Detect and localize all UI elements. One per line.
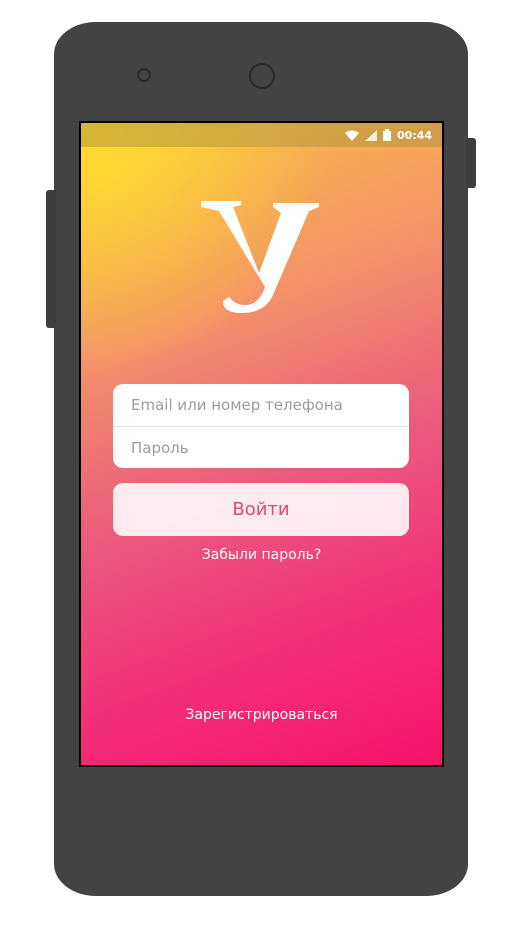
login-form <box>113 384 409 468</box>
password-field[interactable] <box>113 427 409 468</box>
power-button <box>466 138 476 188</box>
forgot-password-link[interactable]: Забыли пароль? <box>81 547 442 563</box>
register-link[interactable]: Зарегистрироваться <box>81 707 442 723</box>
signal-icon <box>364 129 377 141</box>
front-camera <box>249 63 275 89</box>
login-button[interactable]: Войти <box>113 483 409 536</box>
phone-screen: 00:44 Войти Забыли пароль? Зарегистриров… <box>79 121 444 767</box>
battery-icon <box>382 129 391 141</box>
volume-button <box>46 190 56 328</box>
status-time: 00:44 <box>396 128 432 142</box>
app-logo <box>201 201 321 321</box>
sensor-dot <box>137 68 151 82</box>
email-field[interactable] <box>113 384 409 426</box>
status-bar: 00:44 <box>81 123 442 147</box>
wifi-icon <box>344 130 359 141</box>
app-background: 00:44 Войти Забыли пароль? Зарегистриров… <box>81 123 442 765</box>
